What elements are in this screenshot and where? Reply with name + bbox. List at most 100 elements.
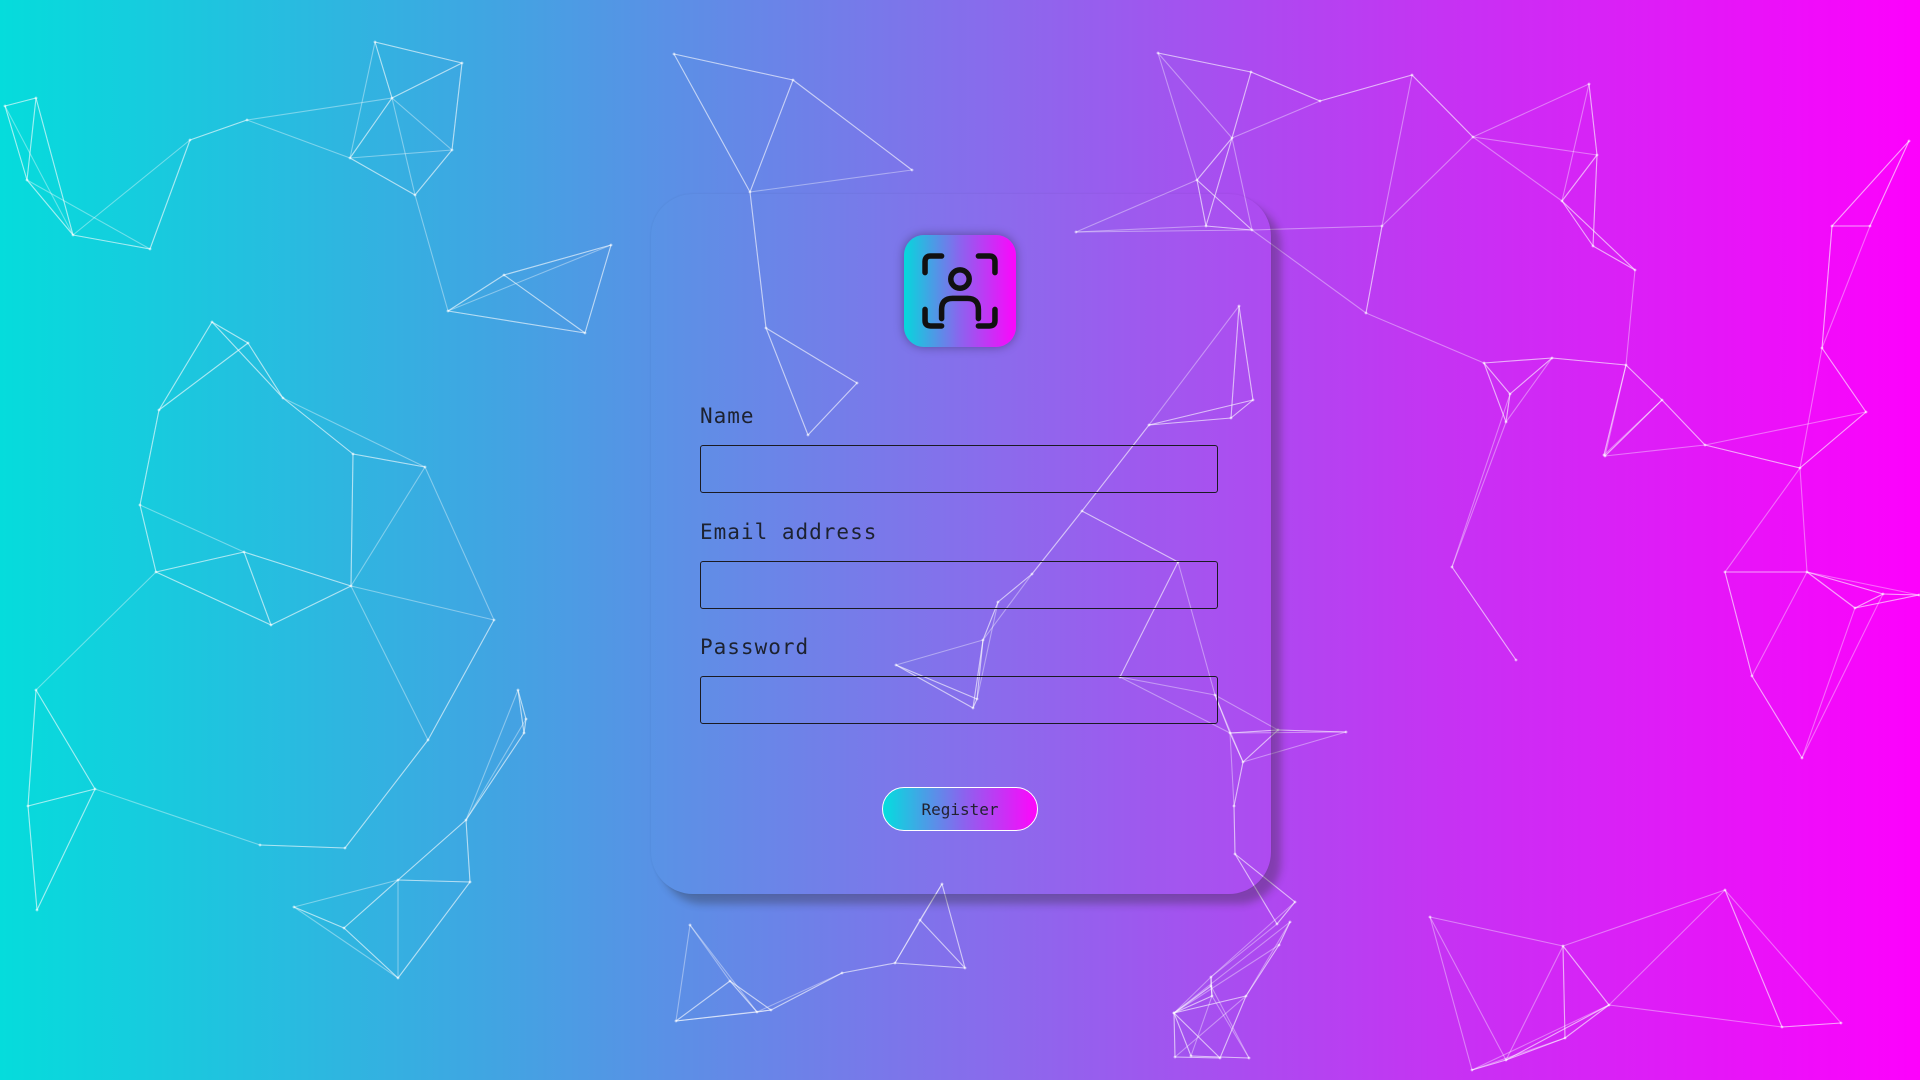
network-node xyxy=(1560,199,1564,203)
name-input[interactable] xyxy=(700,445,1218,493)
network-line xyxy=(349,157,416,196)
network-node xyxy=(1504,1058,1508,1062)
network-line xyxy=(1781,1022,1842,1028)
network-line xyxy=(1196,137,1233,181)
network-line xyxy=(1821,225,1833,349)
network-line xyxy=(350,466,426,587)
network-line xyxy=(1190,995,1213,1057)
network-line xyxy=(1173,1012,1221,1059)
network-line xyxy=(27,788,96,807)
network-line xyxy=(397,879,471,883)
network-line xyxy=(675,1009,772,1022)
network-line xyxy=(259,844,346,849)
network-line xyxy=(35,689,96,790)
password-input[interactable] xyxy=(700,676,1218,724)
network-line xyxy=(4,105,74,236)
network-node xyxy=(1288,920,1292,924)
network-line xyxy=(1483,357,1553,364)
network-line xyxy=(1174,1056,1221,1059)
network-line xyxy=(1210,923,1278,978)
network-line xyxy=(1173,995,1213,1014)
network-line xyxy=(72,234,151,250)
network-line xyxy=(35,97,74,236)
network-line xyxy=(1882,593,1920,596)
network-node xyxy=(1318,99,1322,103)
network-node xyxy=(1805,570,1809,574)
network-line xyxy=(349,97,393,159)
network-line xyxy=(1319,74,1413,102)
network-line xyxy=(673,53,751,193)
network-line xyxy=(35,571,157,691)
network-line xyxy=(1608,889,1726,1006)
network-node xyxy=(1209,975,1213,979)
network-line xyxy=(1724,571,1753,677)
network-line xyxy=(243,551,352,587)
network-line xyxy=(293,906,399,979)
network-node xyxy=(351,452,355,456)
network-line xyxy=(1483,362,1511,395)
network-line xyxy=(343,927,399,979)
network-line xyxy=(1411,74,1474,138)
network-line xyxy=(4,97,37,107)
network-line xyxy=(517,689,527,720)
network-line xyxy=(447,274,505,312)
network-node xyxy=(1864,410,1868,414)
network-line xyxy=(139,504,157,573)
network-line xyxy=(343,879,399,929)
register-button[interactable]: Register xyxy=(882,787,1038,831)
network-line xyxy=(1562,945,1566,1039)
network-node xyxy=(502,273,506,277)
network-line xyxy=(158,342,249,411)
network-line xyxy=(1278,921,1291,946)
network-line xyxy=(1471,1037,1566,1071)
network-line xyxy=(675,1011,758,1022)
network-line xyxy=(1592,245,1636,271)
network-line xyxy=(1724,889,1783,1028)
network-line xyxy=(1625,269,1636,366)
network-line xyxy=(1173,1012,1176,1058)
network-line xyxy=(282,397,426,468)
network-line xyxy=(26,179,151,250)
network-line xyxy=(770,972,843,1011)
network-node xyxy=(154,570,158,574)
network-line xyxy=(189,119,248,141)
network-line xyxy=(1245,921,1291,997)
network-line xyxy=(841,962,896,974)
network-line xyxy=(1561,200,1636,271)
network-line xyxy=(1821,225,1871,349)
network-line xyxy=(211,321,249,344)
network-line xyxy=(4,105,28,181)
network-line xyxy=(1471,1059,1507,1071)
network-node xyxy=(1218,1056,1222,1060)
network-line xyxy=(1231,100,1321,139)
network-line xyxy=(1365,225,1383,314)
network-line xyxy=(350,453,354,587)
network-line xyxy=(1451,421,1507,568)
network-line xyxy=(27,689,37,807)
network-line xyxy=(1625,364,1663,401)
network-line xyxy=(1276,901,1296,925)
network-node xyxy=(423,465,427,469)
network-line xyxy=(1603,364,1627,456)
network-line xyxy=(1799,347,1823,469)
network-line xyxy=(756,1009,772,1013)
network-line xyxy=(246,119,351,159)
network-line xyxy=(447,274,505,312)
network-line xyxy=(1173,921,1291,1014)
network-line xyxy=(1173,995,1213,1014)
network-node xyxy=(71,233,75,237)
network-line xyxy=(1724,571,1753,677)
network-node xyxy=(1750,674,1754,678)
network-node xyxy=(1156,51,1160,55)
email-input[interactable] xyxy=(700,561,1218,609)
network-node xyxy=(755,1010,759,1014)
network-line xyxy=(1505,1037,1566,1061)
network-line xyxy=(1157,52,1198,181)
network-node xyxy=(1344,730,1348,734)
email-label: Email address xyxy=(700,520,878,544)
network-line xyxy=(1604,399,1663,457)
network-line xyxy=(1245,944,1280,997)
network-line xyxy=(1231,71,1252,139)
network-line xyxy=(1724,467,1801,573)
network-node xyxy=(1660,398,1664,402)
